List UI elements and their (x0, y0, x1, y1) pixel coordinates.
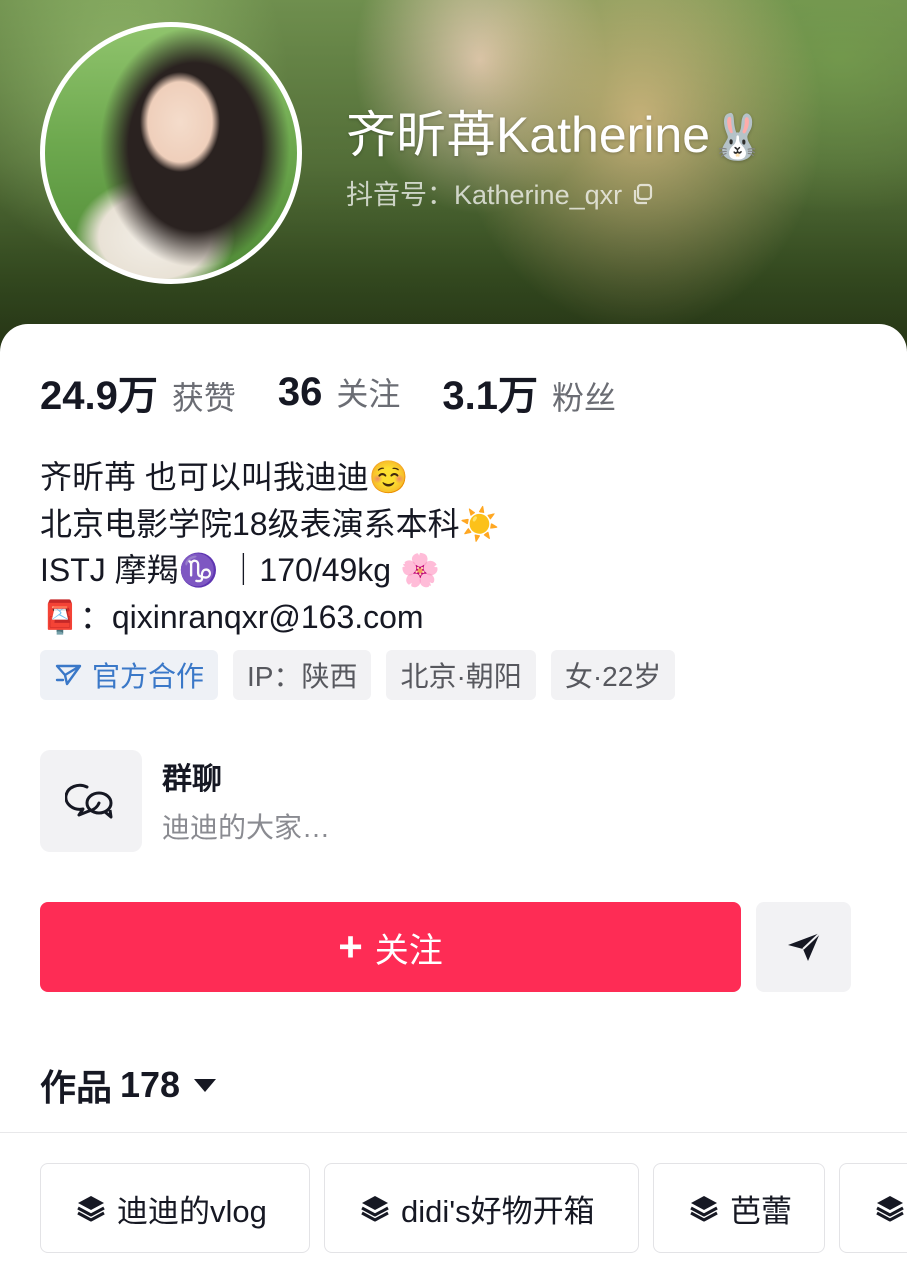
collection-label: 迪迪的vlog (117, 1193, 267, 1229)
stat-following[interactable]: 36 关注 (278, 369, 401, 415)
profile-card: 24.9万 获赞 36 关注 3.1万 粉丝 齐昕苒 也可以叫我迪迪☺️ 北京电… (0, 324, 907, 1280)
profile-tags: 官方合作 IP：陕西 北京·朝阳 女·22岁 (40, 650, 690, 700)
official-partner-icon (55, 664, 82, 686)
stat-likes[interactable]: 24.9万 获赞 (40, 363, 236, 421)
group-chat-entry[interactable]: 群聊 迪迪的大家… (40, 750, 540, 852)
official-partner-label: 官方合作 (92, 661, 205, 692)
plus-icon: + (338, 923, 363, 970)
group-chat-subtitle: 迪迪的大家… (162, 812, 331, 843)
collection-chip[interactable]: 芭蕾 (653, 1163, 825, 1253)
divider (0, 1132, 907, 1133)
follow-button[interactable]: + 关注 (40, 902, 741, 992)
stat-likes-label: 获赞 (171, 380, 236, 416)
stat-following-label: 关注 (336, 376, 401, 412)
avatar[interactable] (40, 22, 302, 284)
bio-line: 北京电影学院18级表演系本科☀️ (40, 505, 500, 542)
ip-tag: IP：陕西 (233, 650, 372, 700)
stack-layers-icon (361, 1196, 389, 1222)
bio: 齐昕苒 也可以叫我迪迪☺️ 北京电影学院18级表演系本科☀️ ISTJ 摩羯♑️… (40, 454, 860, 640)
stat-likes-value: 24.9万 (40, 374, 158, 418)
stat-followers-label: 粉丝 (552, 380, 617, 416)
bio-line: 📮：qixinranqxr@163.com (40, 598, 424, 635)
copy-icon[interactable] (632, 181, 654, 205)
stack-layers-icon (690, 1196, 718, 1222)
collection-chip[interactable]: didi's好物开箱 (324, 1163, 639, 1253)
stats-row: 24.9万 获赞 36 关注 3.1万 粉丝 (40, 368, 658, 418)
douyin-id-text: 抖音号：Katherine_qxr (346, 179, 623, 210)
works-count: 178 (120, 1064, 181, 1105)
follow-button-label: 关注 (374, 931, 443, 970)
collection-chip[interactable]: 迪迪的vlog (40, 1163, 310, 1253)
works-tab[interactable]: 作品 178 (40, 1060, 217, 1110)
stat-followers-value: 3.1万 (442, 374, 538, 418)
collection-chip[interactable] (839, 1163, 907, 1253)
rabbit-emoji: 🐰 (710, 113, 765, 162)
group-chat-title: 群聊 (162, 763, 222, 796)
chat-bubbles-icon (65, 783, 113, 819)
share-button[interactable] (756, 902, 851, 992)
collections-row: 迪迪的vlog didi's好物开箱 芭蕾 (40, 1163, 907, 1253)
caret-down-icon[interactable] (194, 1078, 217, 1092)
paper-plane-icon (787, 932, 821, 961)
works-label: 作品 (40, 1067, 113, 1108)
stat-following-value: 36 (277, 370, 323, 414)
group-chat-icon-box (40, 750, 142, 852)
douyin-id[interactable]: 抖音号：Katherine_qxr (346, 172, 654, 212)
display-name: 齐昕苒Katherine🐰 (346, 104, 765, 169)
stack-layers-icon (876, 1196, 904, 1222)
profile-header-background: 齐昕苒Katherine🐰 抖音号：Katherine_qxr (0, 0, 907, 360)
bio-line: 齐昕苒 也可以叫我迪迪☺️ (40, 459, 409, 495)
display-name-text: 齐昕苒Katherine (346, 107, 711, 163)
gender-age-tag: 女·22岁 (550, 650, 676, 700)
collection-label: didi's好物开箱 (401, 1193, 595, 1229)
location-tag: 北京·朝阳 (386, 650, 536, 700)
stack-layers-icon (77, 1196, 105, 1222)
bio-line: ISTJ 摩羯♑️ ｜170/49kg 🌸 (40, 552, 440, 588)
collection-label: 芭蕾 (730, 1193, 792, 1229)
official-partner-tag[interactable]: 官方合作 (40, 650, 219, 700)
stat-followers[interactable]: 3.1万 粉丝 (442, 363, 616, 421)
